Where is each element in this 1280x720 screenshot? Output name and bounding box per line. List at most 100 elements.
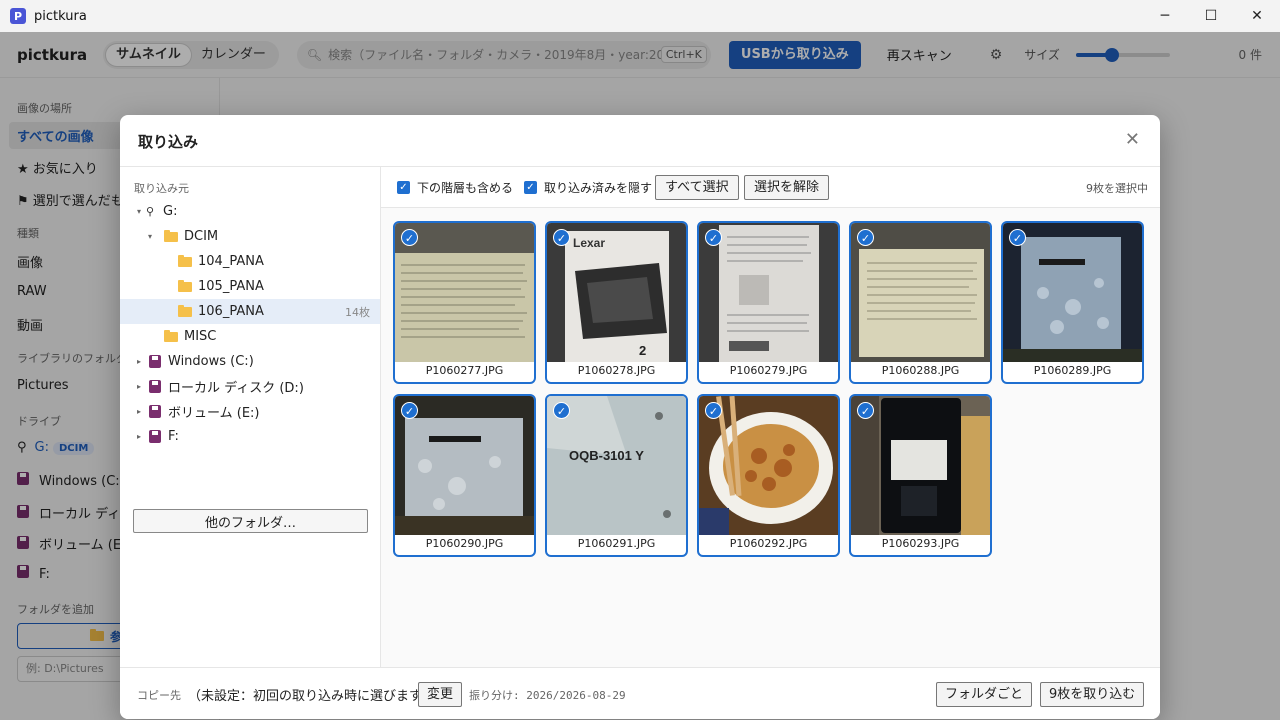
- photo-filename: P1060277.JPG: [425, 364, 504, 377]
- tree-item-drive-f[interactable]: ▸ F:: [120, 424, 380, 449]
- tree-item-count: 14枚: [345, 305, 370, 319]
- window-titlebar: P pictkura ─ ☐ ✕: [0, 0, 1280, 32]
- copy-dest-value: （未設定：初回の取り込み時に選びます）: [188, 689, 436, 704]
- tree-label: 104_PANA: [198, 254, 264, 269]
- minimize-button[interactable]: ─: [1142, 0, 1188, 32]
- photo-tile[interactable]: ✓ P1060290.JPG: [393, 394, 536, 557]
- photo-filename: P1060292.JPG: [729, 537, 808, 550]
- photo-tile[interactable]: ✓ P1060289.JPG: [1001, 221, 1144, 384]
- photo-tile[interactable]: ✓ P1060277.JPG: [393, 221, 536, 384]
- selected-check-icon[interactable]: ✓: [401, 229, 418, 246]
- photo-filename: P1060289.JPG: [1033, 364, 1112, 377]
- photo-thumbnail: [699, 223, 838, 362]
- photo-text: 2: [639, 343, 646, 358]
- photo-filename: P1060279.JPG: [729, 364, 808, 377]
- photo-thumbnail: [395, 223, 534, 362]
- caret-down-icon[interactable]: ▾: [144, 232, 156, 241]
- tree-item-104-pana[interactable]: 104_PANA: [120, 249, 380, 274]
- photo-tile[interactable]: OQB-3101 Y ✓ P1060291.JPG: [545, 394, 688, 557]
- maximize-button[interactable]: ☐: [1188, 0, 1234, 32]
- photo-thumbnail: OQB-3101 Y: [547, 396, 686, 535]
- folder-icon: [178, 304, 192, 317]
- photo-text: OQB-3101 Y: [569, 448, 644, 463]
- window-title: pictkura: [34, 8, 87, 24]
- photo-tile[interactable]: ✓ P1060293.JPG: [849, 394, 992, 557]
- tree-item-drive-c[interactable]: ▸ Windows (C:): [120, 349, 380, 374]
- caret-right-icon[interactable]: ▸: [133, 357, 145, 366]
- photo-thumbnail: [1003, 223, 1142, 362]
- select-all-button[interactable]: すべて選択: [655, 175, 739, 200]
- copy-dest-label: コピー先: [137, 689, 181, 702]
- photo-filename: P1060290.JPG: [425, 537, 504, 550]
- tree-label: F:: [168, 429, 179, 444]
- filter-bar: ✓ 下の階層も含める ✓ 取り込み済みを隠す すべて選択 選択を解除 9枚を選択…: [381, 167, 1160, 208]
- tree-label: MISC: [184, 329, 217, 344]
- selected-check-icon[interactable]: ✓: [401, 402, 418, 419]
- caret-down-icon[interactable]: ▾: [133, 207, 145, 216]
- dialog-header: 取り込み ✕: [120, 115, 1160, 167]
- photo-thumbnail: [851, 396, 990, 535]
- caret-right-icon[interactable]: ▸: [133, 432, 145, 441]
- folder-icon: [178, 254, 192, 267]
- photo-thumbnail: [699, 396, 838, 535]
- selected-check-icon[interactable]: ✓: [553, 402, 570, 419]
- selected-check-icon[interactable]: ✓: [705, 402, 722, 419]
- photo-tile[interactable]: ✓ P1060292.JPG: [697, 394, 840, 557]
- selected-check-icon[interactable]: ✓: [705, 229, 722, 246]
- drive-icon: [149, 430, 161, 443]
- photo-filename: P1060291.JPG: [577, 537, 656, 550]
- selected-check-icon[interactable]: ✓: [857, 229, 874, 246]
- app-logo-icon: P: [10, 8, 26, 24]
- include-sub-label[interactable]: 下の階層も含める: [417, 179, 513, 196]
- photo-panel: ✓ 下の階層も含める ✓ 取り込み済みを隠す すべて選択 選択を解除 9枚を選択…: [381, 167, 1160, 667]
- deselect-button[interactable]: 選択を解除: [744, 175, 830, 200]
- folder-icon: [164, 329, 178, 342]
- folder-icon: [164, 229, 178, 242]
- tree-item-misc[interactable]: MISC: [120, 324, 380, 349]
- caret-right-icon[interactable]: ▸: [133, 407, 145, 416]
- selected-check-icon[interactable]: ✓: [857, 402, 874, 419]
- photo-filename: P1060293.JPG: [881, 537, 960, 550]
- photo-tile[interactable]: ✓ P1060279.JPG: [697, 221, 840, 384]
- selected-check-icon[interactable]: ✓: [553, 229, 570, 246]
- dialog-title: 取り込み: [138, 133, 199, 151]
- include-sub-checkbox[interactable]: ✓: [397, 181, 410, 194]
- caret-right-icon[interactable]: ▸: [133, 382, 145, 391]
- tree-item-dcim[interactable]: ▾ DCIM: [120, 224, 380, 249]
- photo-thumbnail: Lexar 2: [547, 223, 686, 362]
- tree-item-drive-e[interactable]: ▸ ボリューム (E:): [120, 399, 380, 424]
- source-label: 取り込み元: [134, 182, 189, 195]
- photo-thumbnail: [395, 396, 534, 535]
- tree-item-105-pana[interactable]: 105_PANA: [120, 274, 380, 299]
- drive-icon: [149, 405, 161, 418]
- selected-check-icon[interactable]: ✓: [1009, 229, 1026, 246]
- tree-label: ローカル ディスク (D:): [168, 381, 304, 396]
- other-folder-button[interactable]: 他のフォルダ…: [133, 509, 368, 533]
- photo-tile[interactable]: Lexar 2 ✓ P1060278.JPG: [545, 221, 688, 384]
- photo-tile[interactable]: ✓ P1060288.JPG: [849, 221, 992, 384]
- tree-label: 106_PANA: [198, 304, 264, 319]
- photo-filename: P1060288.JPG: [881, 364, 960, 377]
- usb-icon: ⚲: [145, 205, 155, 218]
- photo-text: Lexar: [573, 236, 605, 250]
- tree-item-drive-g[interactable]: ▾ ⚲ G:: [120, 199, 380, 224]
- change-dest-button[interactable]: 変更: [418, 682, 463, 707]
- by-folder-button[interactable]: フォルダごと: [936, 682, 1033, 707]
- drive-icon: [149, 355, 161, 368]
- photo-thumbnail: [851, 223, 990, 362]
- tree-item-106-pana[interactable]: 106_PANA 14枚: [120, 299, 380, 324]
- source-panel: 取り込み元 ▾ ⚲ G: ▾ DCIM 104_PANA 105_PANA 10…: [120, 167, 381, 667]
- photo-filename: P1060278.JPG: [577, 364, 656, 377]
- selected-count: 9枚を選択中: [1086, 182, 1148, 195]
- hide-imported-checkbox[interactable]: ✓: [524, 181, 537, 194]
- import-dialog: 取り込み ✕ 取り込み元 ▾ ⚲ G: ▾ DCIM 104_PANA 105_…: [120, 115, 1160, 719]
- hide-imported-label[interactable]: 取り込み済みを隠す: [544, 179, 652, 196]
- tree-label: ボリューム (E:): [168, 406, 260, 421]
- tree-label: DCIM: [184, 229, 219, 244]
- dialog-close-icon[interactable]: ✕: [1125, 129, 1140, 150]
- tree-label: G:: [163, 204, 178, 219]
- window-close-button[interactable]: ✕: [1234, 0, 1280, 32]
- import-button[interactable]: 9枚を取り込む: [1040, 682, 1145, 707]
- tree-item-drive-d[interactable]: ▸ ローカル ディスク (D:): [120, 374, 380, 399]
- dialog-footer: コピー先 （未設定：初回の取り込み時に選びます） 変更 振り分け: 2026/2…: [120, 667, 1160, 719]
